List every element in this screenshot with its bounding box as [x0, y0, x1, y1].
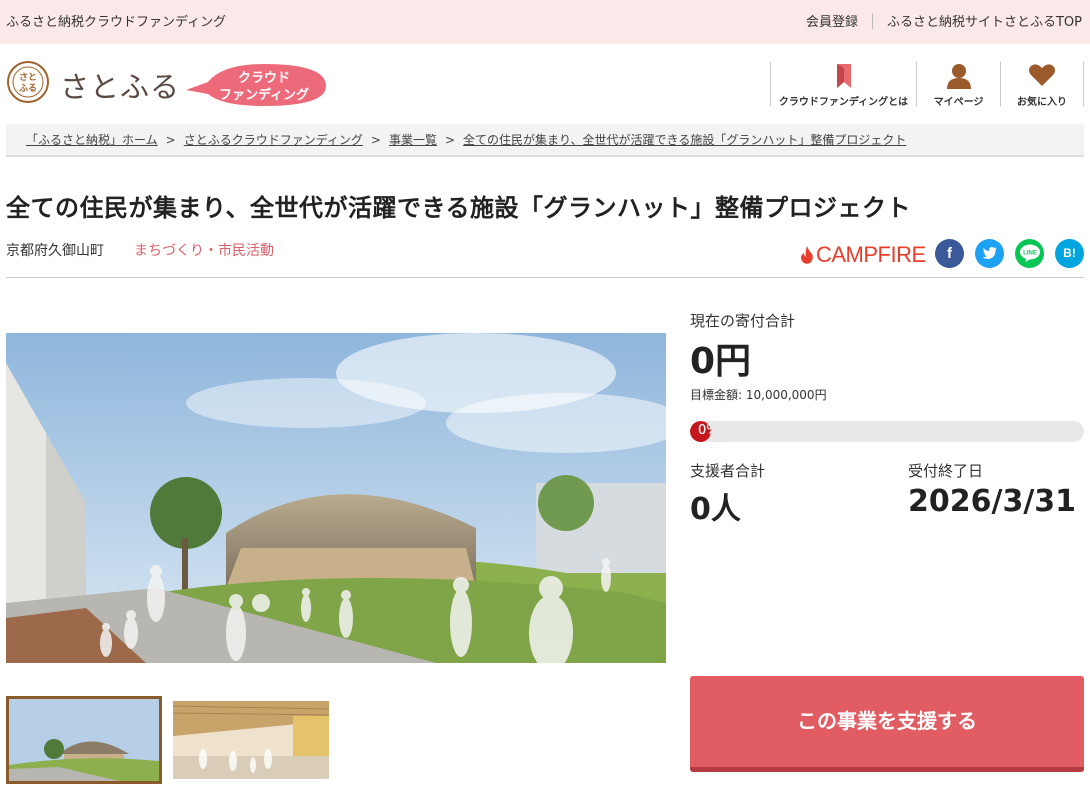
breadcrumb-separator: > — [165, 133, 176, 147]
supporters-label: 支援者合計 — [690, 462, 766, 480]
campfire-logo[interactable]: CAMPFIRE — [800, 242, 926, 268]
user-icon — [946, 64, 971, 89]
nav-label: お気に入り — [1017, 97, 1067, 108]
nav-about-crowdfunding[interactable]: クラウドファンディングとは — [770, 62, 916, 108]
progress-percent: 0% — [698, 423, 719, 438]
nav-label: マイページ — [933, 97, 984, 108]
divider — [871, 12, 873, 29]
crowdfunding-badge[interactable]: クラウド ファンディング — [182, 60, 328, 108]
logo-text[interactable]: さとふる — [60, 64, 180, 106]
svg-text:さと: さと — [19, 72, 37, 83]
support-project-button[interactable]: この事業を支援する — [690, 676, 1084, 772]
register-link[interactable]: 会員登録 — [806, 11, 858, 30]
divider — [6, 277, 1084, 278]
nav-mypage[interactable]: マイページ — [916, 62, 1000, 108]
nav-label: クラウドファンディングとは — [778, 97, 909, 108]
project-main-image — [6, 333, 666, 663]
breadcrumb-home[interactable]: 「ふるさと納税」ホーム — [26, 133, 158, 147]
top-bar: ふるさと納税クラウドファンディング 会員登録 ふるさと納税サイトさとふるTOP — [0, 0, 1090, 44]
project-category[interactable]: まちづくり・市民活動 — [134, 240, 274, 260]
total-label: 現在の寄付合計 — [690, 312, 796, 330]
breadcrumb-separator: > — [444, 133, 456, 147]
heart-icon — [1029, 64, 1055, 86]
satofull-logo-icon[interactable]: さと ふる — [6, 60, 50, 104]
breadcrumb-separator: > — [370, 133, 381, 147]
thumbnail-interior[interactable] — [173, 701, 329, 779]
line-share-button[interactable]: LINE — [1015, 239, 1044, 268]
breadcrumb-crowdfunding[interactable]: さとふるクラウドファンディング — [184, 133, 363, 147]
line-text: LINE — [1023, 251, 1037, 257]
end-date-label: 受付終了日 — [908, 462, 984, 480]
satofull-top-link[interactable]: ふるさと納税サイトさとふるTOP — [887, 11, 1082, 30]
facebook-share-button[interactable]: f — [935, 239, 964, 268]
project-location: 京都府久御山町 — [6, 243, 104, 259]
svg-text:ふる: ふる — [19, 83, 37, 94]
breadcrumb-projects[interactable]: 事業一覧 — [389, 133, 437, 147]
breadcrumb: 「ふるさと納税」ホーム > さとふるクラウドファンディング > 事業一覧 > 全ての住民が集… — [6, 124, 1084, 157]
site-name: ふるさと納税クラウドファンディング — [6, 15, 227, 30]
flame-icon — [801, 246, 813, 264]
end-date: 2026/3/31 — [908, 484, 1077, 519]
line-icon: LINE — [1019, 244, 1040, 262]
badge-line2: ファンディング — [218, 88, 310, 103]
page-title: 全ての住民が集まり、全世代が活躍できる施設「グランハット」整備プロジェクト — [6, 194, 912, 222]
progress-bar: 0% — [690, 421, 1084, 442]
header: さと ふる さとふる クラウド ファンディング クラウドファンディングとは マイ… — [0, 44, 1090, 120]
campfire-text: CAMPFIRE — [816, 242, 926, 267]
twitter-icon — [982, 247, 997, 259]
breadcrumb-current[interactable]: 全ての住民が集まり、全世代が活躍できる施設「グランハット」整備プロジェクト — [463, 133, 906, 147]
nav-favorites[interactable]: お気に入り — [1000, 62, 1084, 108]
thumbnail-exterior[interactable] — [6, 696, 162, 784]
facebook-icon: f — [947, 245, 952, 262]
hatena-share-button[interactable]: B! — [1055, 239, 1084, 268]
bookmark-icon — [836, 64, 851, 88]
total-amount: 0円 — [690, 341, 752, 382]
top-links: 会員登録 ふるさと納税サイトさとふるTOP — [806, 11, 1082, 30]
supporters-count: 0人 — [690, 492, 741, 527]
twitter-share-button[interactable] — [975, 239, 1004, 268]
goal-amount: 目標金額: 10,000,000円 — [690, 388, 827, 402]
hatena-icon: B! — [1063, 246, 1076, 260]
